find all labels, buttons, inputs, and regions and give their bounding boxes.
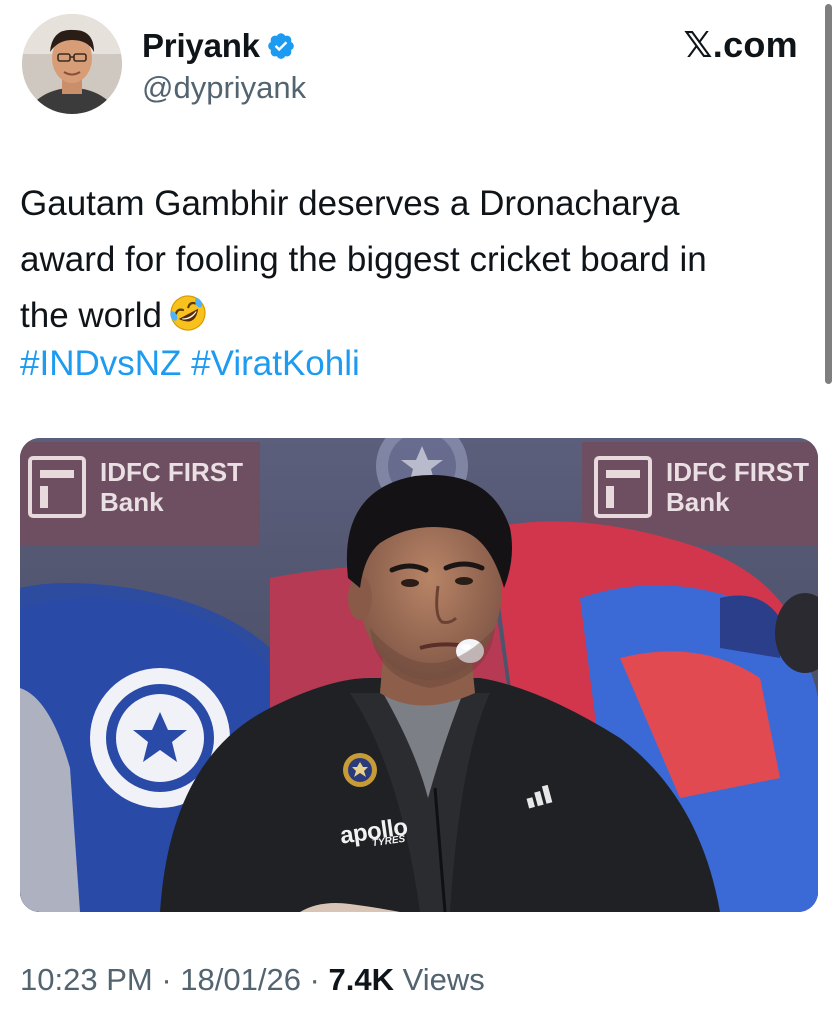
tweet-line: Gautam Gambhir deserves a Dronacharya [20,184,680,223]
tweet-line-last: the world [20,288,810,344]
author-name-row[interactable]: Priyank [142,24,296,68]
tweet-line-text: the world [20,296,163,335]
rolling-on-floor-laughing-emoji-icon [168,293,208,333]
sponsor-line1: IDFC FIRST [666,457,809,487]
meta-separator: · [152,962,181,997]
sponsor-board-right: IDFC FIRST Bank [594,456,809,518]
tweet-line: award for fooling the biggest cricket bo… [20,240,707,279]
avatar[interactable] [22,14,122,114]
tweet-text: Gautam Gambhir deserves a Dronacharya aw… [20,176,810,344]
views-label: Views [393,962,485,997]
author-display-name[interactable]: Priyank [142,27,260,65]
sponsor-text: IDFC FIRST Bank [666,457,809,517]
sponsor-line2: Bank [666,487,730,517]
sponsor-line2: Bank [100,487,164,517]
user-avatar-icon [22,14,122,114]
meta-separator: · [300,962,329,997]
hashtags: #INDvsNZ #ViratKohli [20,342,360,386]
idfc-logo-icon [28,456,86,518]
tweet-time[interactable]: 10:23 PM [20,962,153,997]
tweet-date[interactable]: 18/01/26 [180,962,301,997]
scrollbar[interactable] [825,4,832,384]
verified-badge-icon [266,31,296,61]
hashtag-link[interactable]: #ViratKohli [191,344,360,383]
sponsor-line1: IDFC FIRST [100,457,243,487]
tweet-media-photo[interactable]: IDFC FIRST Bank IDFC FIRST Bank [20,438,818,912]
x-brand-label: 𝕏.com [683,24,798,65]
sponsor-board-left: IDFC FIRST Bank [28,456,243,518]
views-count[interactable]: 7.4K [329,962,394,997]
tweet-meta: 10:23 PM · 18/01/26 · 7.4K Views [20,962,485,998]
hashtag-link[interactable]: #INDvsNZ [20,344,181,383]
sponsor-text: IDFC FIRST Bank [100,457,243,517]
author-handle[interactable]: @dypriyank [142,70,306,106]
idfc-logo-icon [594,456,652,518]
